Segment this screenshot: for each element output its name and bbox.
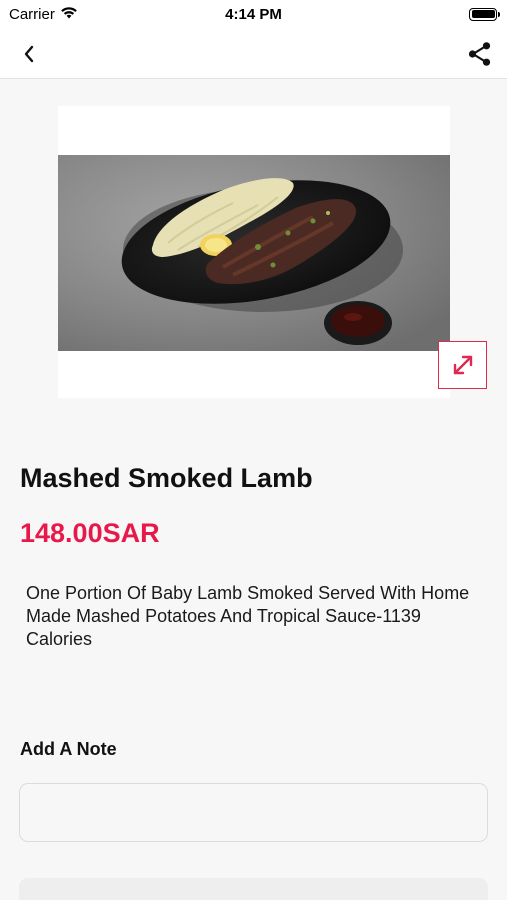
next-section-box bbox=[19, 878, 488, 900]
battery-icon bbox=[469, 7, 500, 21]
wifi-icon bbox=[60, 6, 78, 23]
status-left: Carrier bbox=[9, 6, 78, 23]
product-title: Mashed Smoked Lamb bbox=[20, 463, 313, 493]
product-image-card bbox=[58, 106, 450, 398]
product-price: 148.00SAR bbox=[20, 518, 160, 548]
back-button[interactable] bbox=[14, 40, 44, 68]
note-label: Add A Note bbox=[20, 739, 117, 759]
product-image[interactable] bbox=[58, 155, 450, 351]
carrier-label: Carrier bbox=[9, 5, 55, 23]
expand-icon bbox=[453, 355, 472, 375]
note-input[interactable] bbox=[19, 783, 488, 842]
share-button[interactable] bbox=[463, 38, 497, 70]
navigation-bar bbox=[0, 28, 507, 79]
battery-level bbox=[471, 10, 495, 18]
chevron-left-icon bbox=[24, 45, 34, 63]
expand-image-button[interactable] bbox=[438, 341, 487, 389]
status-bar: Carrier 4:14 PM bbox=[0, 0, 507, 28]
share-icon bbox=[468, 42, 491, 66]
product-description: One Portion Of Baby Lamb Smoked Served W… bbox=[26, 583, 470, 649]
